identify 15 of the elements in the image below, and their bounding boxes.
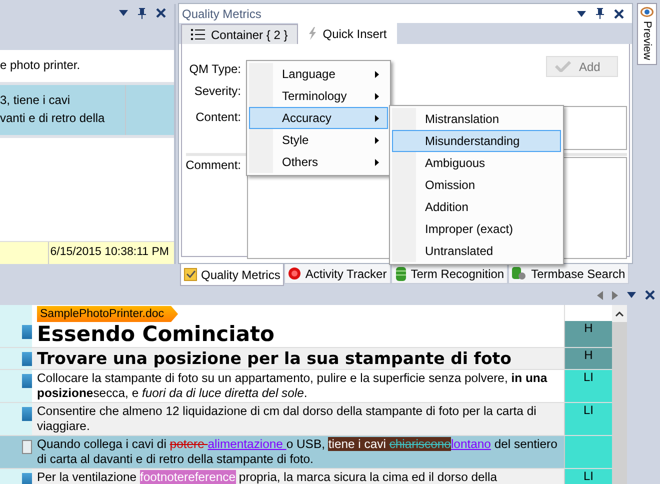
style-cell: H (564, 321, 612, 347)
file-tag: SamplePhotoPrinter.doc (37, 306, 178, 322)
style-cell: H (564, 348, 612, 369)
field-label: Severity: (194, 84, 241, 98)
field-label: Content: (196, 110, 241, 124)
style-cell: LI (564, 403, 612, 435)
field-label: Comment: (186, 158, 241, 172)
style-cell: LI (564, 370, 612, 402)
segment-text: 3, tiene i cavi (0, 92, 72, 109)
panel-title: Quality Metrics (182, 6, 262, 20)
segment-text: e photo printer. (0, 57, 82, 74)
segment-text: vanti e di retro della (0, 110, 106, 127)
style-cell: LI (564, 469, 612, 484)
timestamp: 6/15/2015 10:38:11 PM (49, 245, 170, 260)
field-label: QM Type: (189, 62, 241, 76)
